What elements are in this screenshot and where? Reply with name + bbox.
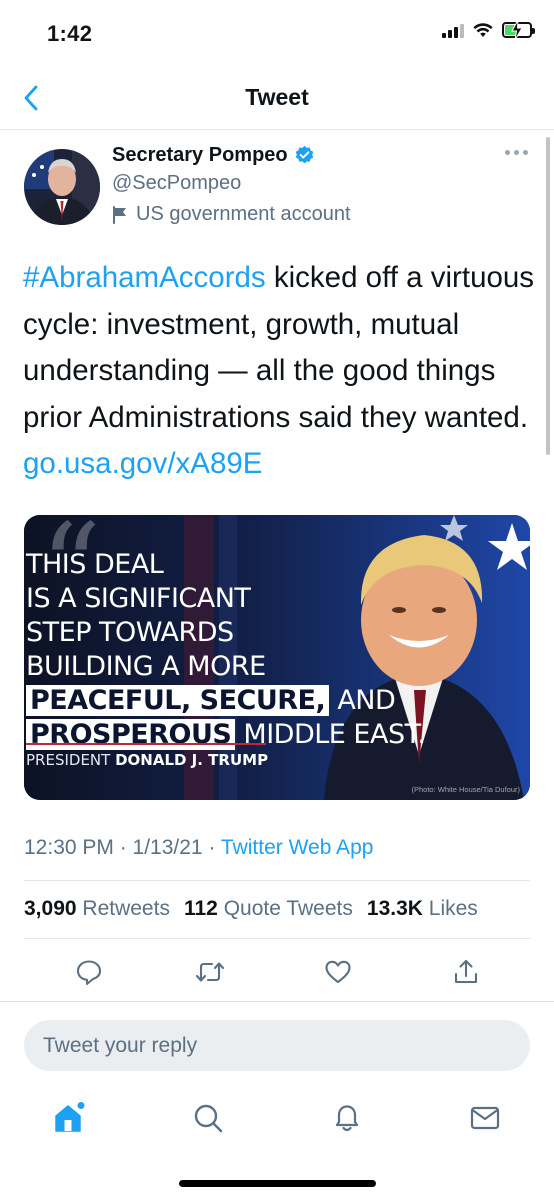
- scroll-indicator[interactable]: [546, 137, 550, 455]
- status-bar: 1:42: [0, 0, 554, 64]
- tweet-source-link[interactable]: Twitter Web App: [221, 836, 374, 859]
- tweet-timestamp: 12:30 PM · 1/13/21 · Twitter Web App: [24, 836, 374, 859]
- quote-tweets-stat[interactable]: 112 Quote Tweets: [184, 897, 353, 921]
- page-title: Tweet: [245, 84, 309, 110]
- reply-input[interactable]: Tweet your reply: [24, 1020, 530, 1071]
- retweet-icon: [195, 962, 225, 982]
- quote-attribution: PRESIDENT DONALD J. TRUMP: [26, 751, 269, 769]
- tab-bar: [0, 1082, 554, 1154]
- reply-icon: [76, 960, 102, 986]
- home-icon: [55, 1102, 85, 1132]
- quote-line-tail: MIDDLE EAST.: [235, 719, 426, 750]
- notifications-icon: [335, 1105, 359, 1132]
- url-link[interactable]: go.usa.gov/xA89E: [23, 447, 262, 480]
- nav-header: Tweet: [0, 66, 554, 130]
- quote-line: STEP TOWARDS: [26, 617, 234, 648]
- tweet-actions: [0, 952, 554, 992]
- divider: [0, 1001, 554, 1002]
- reply-button[interactable]: [69, 952, 109, 992]
- cellular-signal-icon: [442, 22, 464, 38]
- status-time: 1:42: [47, 21, 93, 46]
- quote-highlight: PEACEFUL, SECURE,: [26, 685, 330, 716]
- government-account-text: US government account: [136, 203, 351, 225]
- flag-icon: [113, 205, 126, 224]
- retweets-stat[interactable]: 3,090 Retweets: [24, 897, 170, 921]
- search-icon: [194, 1104, 223, 1133]
- quote-line: PEACEFUL, SECURE, AND: [26, 685, 396, 716]
- avatar[interactable]: [24, 149, 100, 225]
- charging-bolt-icon: [511, 20, 523, 40]
- likes-stat[interactable]: 13.3K Likes: [367, 897, 478, 921]
- messages-icon: [470, 1106, 500, 1130]
- tweet-text: #AbrahamAccords kicked off a virtuous cy…: [23, 255, 538, 488]
- like-button[interactable]: [318, 952, 358, 992]
- status-icons: [442, 20, 535, 40]
- tab-home[interactable]: [49, 1098, 89, 1138]
- media-divider: [26, 743, 266, 745]
- government-account-label[interactable]: US government account: [112, 203, 351, 226]
- share-button[interactable]: [446, 952, 486, 992]
- like-icon: [325, 960, 351, 984]
- tab-messages[interactable]: [465, 1098, 505, 1138]
- quote-line: BUILDING A MORE: [26, 651, 266, 682]
- tab-notifications[interactable]: [327, 1098, 367, 1138]
- quote-line: PROSPEROUS MIDDLE EAST.: [26, 719, 426, 750]
- author-handle[interactable]: @SecPompeo: [112, 172, 241, 195]
- divider: [24, 880, 530, 881]
- wifi-icon: [473, 22, 493, 37]
- tweet-stats: 3,090 Retweets 112 Quote Tweets 13.3K Li…: [24, 897, 478, 921]
- photo-credit: (Photo: White House/Tia Dufour): [411, 785, 520, 794]
- tab-search[interactable]: [188, 1098, 228, 1138]
- quote-highlight: PROSPEROUS: [26, 719, 236, 750]
- quote-line: THIS DEAL: [26, 549, 164, 580]
- reply-placeholder: Tweet your reply: [43, 1033, 198, 1057]
- hashtag-link[interactable]: #AbrahamAccords: [23, 261, 266, 294]
- verified-badge-icon: [295, 145, 313, 164]
- share-icon: [454, 959, 478, 984]
- quote-line-tail: AND: [329, 685, 396, 716]
- divider: [24, 938, 530, 939]
- author-name[interactable]: Secretary Pompeo: [112, 144, 288, 167]
- quote-line: IS A SIGNIFICANT: [26, 583, 251, 614]
- retweet-button[interactable]: [190, 952, 230, 992]
- battery-icon: [502, 20, 535, 40]
- more-options-button[interactable]: [505, 150, 528, 155]
- home-indicator[interactable]: [179, 1180, 376, 1187]
- author-name-row[interactable]: Secretary Pompeo: [112, 144, 315, 167]
